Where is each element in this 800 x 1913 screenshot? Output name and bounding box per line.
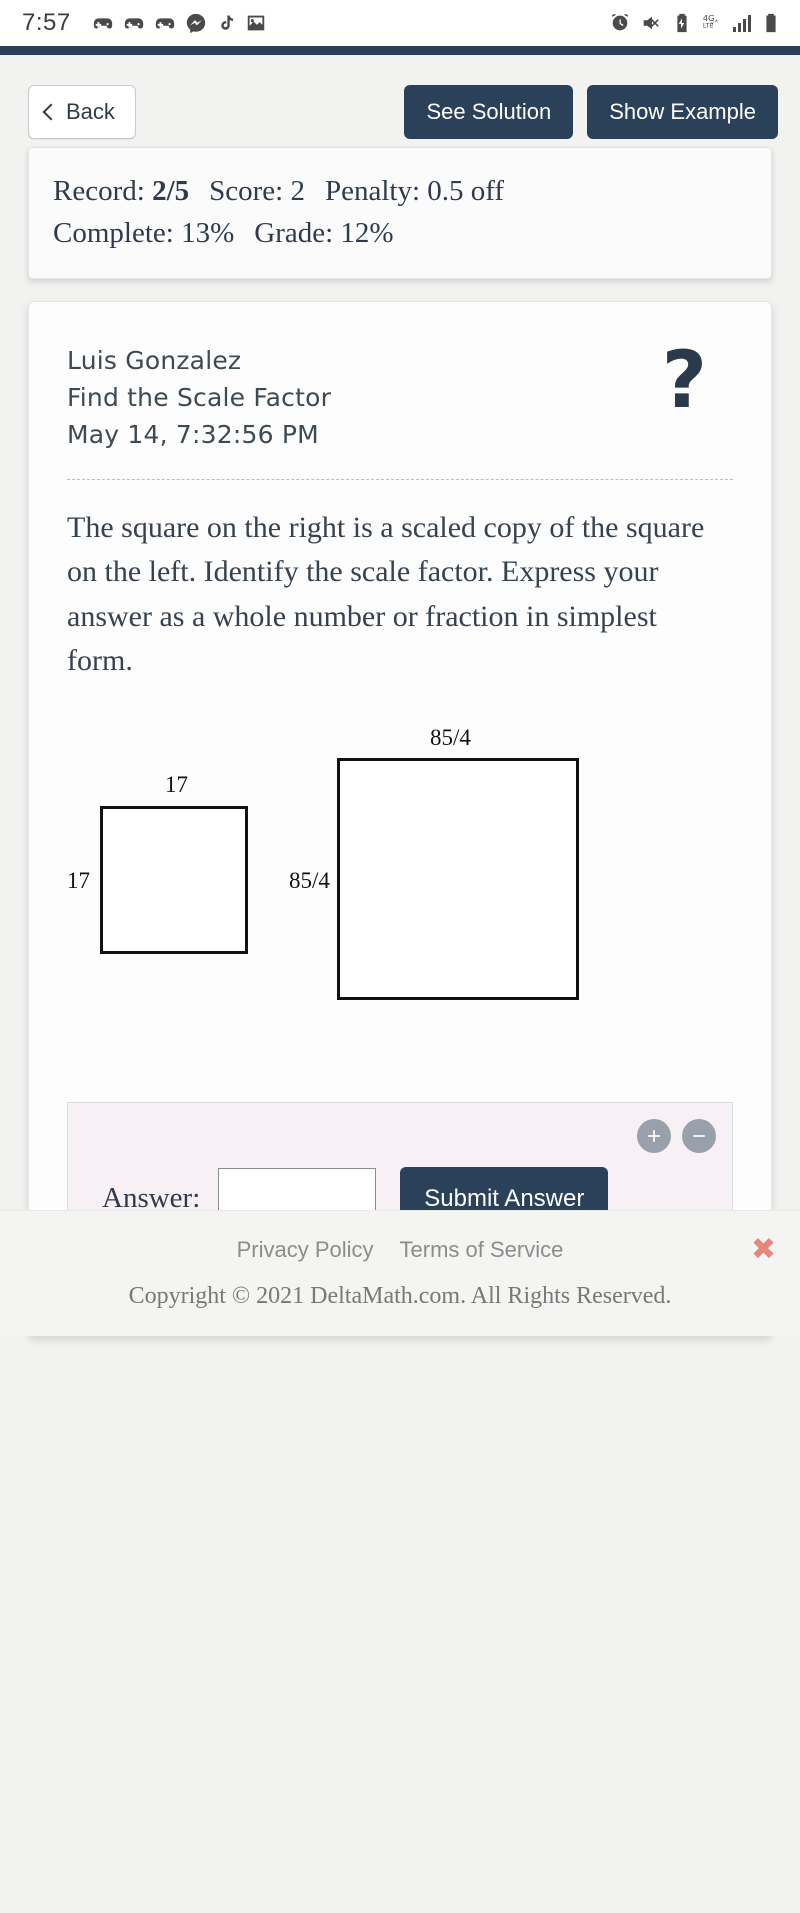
status-bar-right: 4G LTE [609,12,782,34]
mute-icon [640,12,662,34]
penalty-value: 0.5 off [427,175,505,207]
grade-value: 12% [340,217,394,250]
chevron-left-icon [42,103,60,120]
messenger-icon [185,12,207,34]
problem-header: Luis Gonzalez Find the Scale Factor May … [67,342,733,453]
minus-circle-icon[interactable] [682,1118,716,1153]
close-icon[interactable]: ✖ [751,1234,776,1265]
plus-circle-icon[interactable] [637,1118,671,1153]
status-bar-clock: 7:57 [22,9,71,36]
record-label: Record: [53,175,145,207]
footer-links: Privacy Policy Terms of Service ✖ [0,1234,800,1265]
complete-label: Complete: [53,217,174,250]
score-label: Score: [209,175,284,207]
signal-icon [733,14,751,32]
large-square-left-label: 85/4 [289,867,330,893]
top-toolbar: Back See Solution Show Example [0,55,800,147]
zoom-controls [68,1103,732,1153]
problem-meta: Luis Gonzalez Find the Scale Factor May … [67,342,331,453]
divider [67,479,733,481]
score-value: 2 [290,175,305,207]
game-controller-icon [123,12,145,34]
photo-icon [245,12,267,34]
see-solution-button[interactable]: See Solution [404,85,574,139]
game-controller-icon [154,12,176,34]
question-mark-icon[interactable]: ? [662,342,733,420]
terms-of-service-link[interactable]: Terms of Service [400,1237,564,1263]
problem-timestamp: May 14, 7:32:56 PM [67,420,319,450]
stats-card: Record: 2/5 Score: 2 Penalty: 0.5 off Comp… [28,147,772,280]
svg-text:LTE: LTE [703,22,714,30]
battery-saver-icon [671,12,693,34]
question-text: The square on the right is a scaled copy… [67,511,705,678]
game-controller-icon [92,12,114,34]
privacy-policy-link[interactable]: Privacy Policy [237,1237,374,1263]
stats-line-1: Record: 2/5 Score: 2 Penalty: 0.5 off [53,170,747,212]
tiktok-icon [216,13,236,33]
battery-icon [760,12,782,34]
small-square-top-label: 17 [165,771,188,797]
grade-label: Grade: [254,217,334,250]
toolbar-actions: See Solution Show Example [404,85,778,139]
large-square-top-label: 85/4 [430,724,471,750]
back-button[interactable]: Back [28,85,136,139]
navy-divider [0,46,800,55]
back-button-label: Back [66,99,115,124]
copyright-text: Copyright © 2021 DeltaMath.com. All Righ… [128,1282,672,1309]
stats-line-2: Complete: 13% Grade: 12% [53,212,747,254]
assignment-title: Find the Scale Factor [67,383,332,413]
page-body: Back See Solution Show Example Record: 2… [0,55,800,1336]
small-square-left-label: 17 [67,867,90,893]
problem-card: Luis Gonzalez Find the Scale Factor May … [28,301,772,1336]
status-bar-left: 7:57 [22,9,267,37]
complete-value: 13% [181,217,235,250]
alarm-icon [609,12,631,34]
large-square [337,757,579,1000]
4g-lte-icon: 4G LTE [702,12,724,34]
penalty-label: Penalty: [324,175,421,207]
status-bar: 7:57 4G LTE [0,0,800,46]
stats-content: Record: 2/5 Score: 2 Penalty: 0.5 off Comp… [29,148,771,278]
scale-figure: 17 17 85/4 85/4 [67,725,733,1060]
record-value: 2/5 [152,175,190,207]
student-name: Luis Gonzalez [67,346,242,376]
page-footer: Privacy Policy Terms of Service ✖ Copyri… [0,1209,800,1336]
show-example-button[interactable]: Show Example [587,85,778,139]
small-square [100,805,248,954]
